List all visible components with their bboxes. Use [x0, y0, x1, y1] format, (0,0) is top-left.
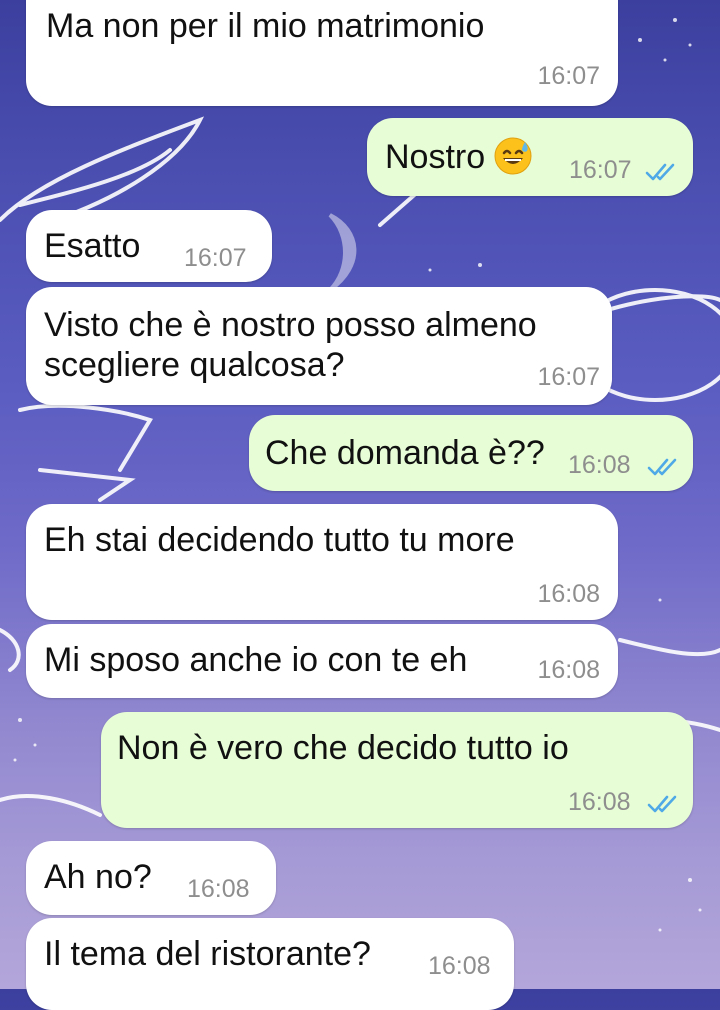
message-bubble-outgoing[interactable]: Non è vero che decido tutto io 16:08 [101, 712, 693, 828]
message-bubble-incoming[interactable]: Mi sposo anche io con te eh 16:08 [26, 624, 618, 698]
read-receipt-double-check-icon [647, 795, 677, 813]
message-text: Ah no? [44, 858, 152, 896]
message-bubble-incoming[interactable]: Il tema del ristorante? 16:08 [26, 918, 514, 1010]
sweat-smile-emoji-icon [493, 136, 533, 187]
message-time: 16:08 [187, 875, 250, 903]
message-time: 16:08 [568, 451, 631, 479]
message-bubble-outgoing[interactable]: Nostro 16:07 [367, 118, 693, 196]
message-text: Non è vero che decido tutto io [117, 729, 569, 767]
message-time: 16:08 [428, 952, 491, 980]
message-text-label: Nostro [385, 138, 486, 176]
message-time: 16:07 [184, 244, 247, 272]
message-time: 16:07 [537, 62, 600, 90]
message-bubble-incoming[interactable]: Visto che è nostro posso almeno sceglier… [26, 287, 612, 405]
message-time: 16:08 [537, 656, 600, 684]
message-text: Che domanda è?? [265, 434, 545, 472]
message-time: 16:07 [569, 156, 632, 184]
message-bubble-incoming[interactable]: Eh stai decidendo tutto tu more 16:08 [26, 504, 618, 620]
message-text: Ma non per il mio matrimonio [46, 7, 485, 45]
message-text-line-1: Visto che è nostro posso almeno [44, 306, 537, 344]
message-text-line-2: scegliere qualcosa? [44, 346, 345, 384]
message-bubble-incoming[interactable]: Esatto 16:07 [26, 210, 272, 282]
message-time: 16:07 [537, 363, 600, 391]
message-text: Eh stai decidendo tutto tu more [44, 521, 515, 559]
message-bubble-outgoing[interactable]: Che domanda è?? 16:08 [249, 415, 693, 491]
message-text: Il tema del ristorante? [44, 935, 371, 973]
message-bubble-incoming[interactable]: Ma non per il mio matrimonio 16:07 [26, 0, 618, 106]
message-time: 16:08 [568, 788, 631, 816]
read-receipt-double-check-icon [647, 458, 677, 476]
message-time: 16:08 [537, 580, 600, 608]
message-text: Esatto [44, 227, 141, 265]
message-text: Nostro [385, 135, 533, 187]
read-receipt-double-check-icon [645, 163, 675, 181]
message-bubble-incoming[interactable]: Ah no? 16:08 [26, 841, 276, 915]
message-text: Mi sposo anche io con te eh [44, 641, 468, 679]
